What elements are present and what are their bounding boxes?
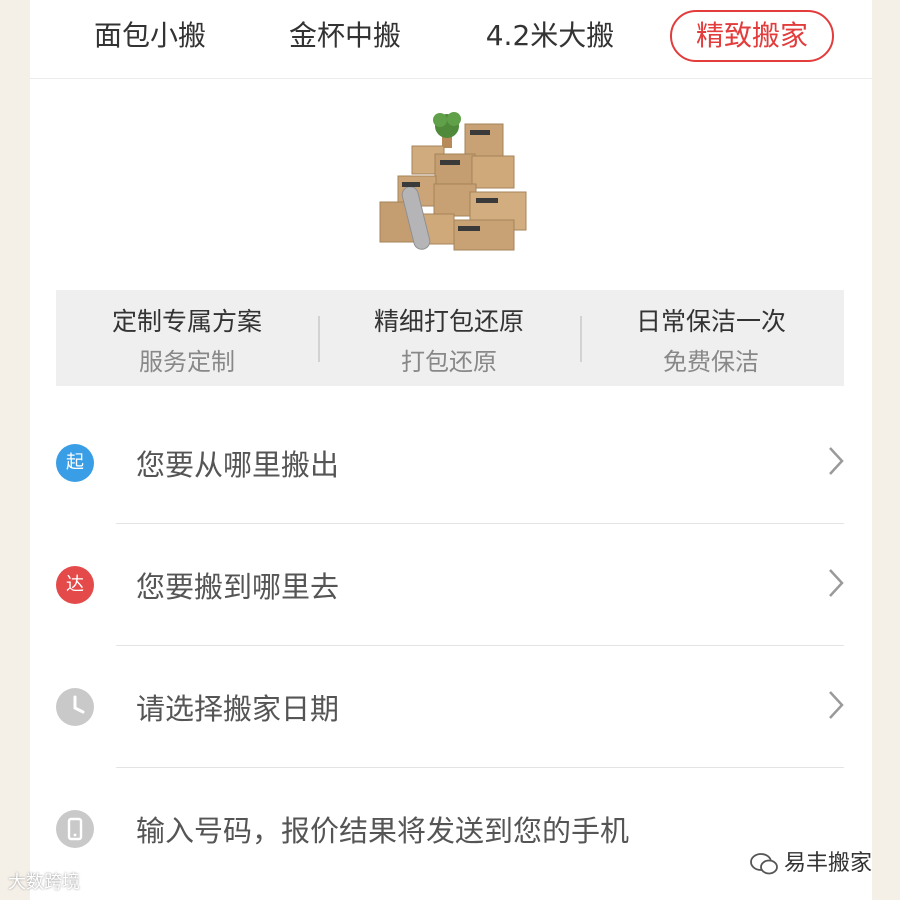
origin-address-field[interactable]: 起 您要从哪里搬出 bbox=[30, 402, 872, 524]
feature-subtitle: 打包还原 bbox=[401, 348, 497, 376]
watermark-brand-text: 易丰搬家 bbox=[783, 851, 872, 876]
wechat-icon bbox=[750, 853, 778, 875]
phone-icon bbox=[56, 810, 94, 848]
feature-subtitle: 免费保洁 bbox=[663, 348, 759, 376]
destination-address-field[interactable]: 达 您要搬到哪里去 bbox=[30, 524, 872, 646]
chevron-right-icon bbox=[829, 569, 844, 597]
feature-title: 定制专属方案 bbox=[111, 307, 262, 336]
watermark-brand: 易丰搬家 bbox=[750, 845, 872, 877]
clock-icon bbox=[56, 688, 94, 726]
origin-placeholder: 您要从哪里搬出 bbox=[136, 448, 340, 482]
chevron-right-icon bbox=[829, 691, 844, 719]
chevron-right-icon bbox=[829, 447, 844, 475]
feature-packing: 精细打包还原 打包还原 bbox=[318, 290, 580, 386]
destination-badge-icon: 达 bbox=[56, 566, 94, 604]
feature-custom-plan: 定制专属方案 服务定制 bbox=[56, 290, 318, 386]
tab-van-small[interactable]: 面包小搬 bbox=[85, 10, 215, 62]
phone-number-input[interactable]: 输入号码，报价结果将发送到您的手机 bbox=[30, 768, 872, 890]
moving-boxes-illustration bbox=[379, 112, 527, 251]
move-date-picker[interactable]: 请选择搬家日期 bbox=[30, 646, 872, 768]
tab-premium-move[interactable]: 精致搬家 bbox=[670, 10, 834, 62]
moving-order-card: 面包小搬 金杯中搬 4.2米大搬 精致搬家 定制专属方案 服务定制 精细打包还原… bbox=[30, 0, 872, 900]
origin-badge-icon: 起 bbox=[56, 444, 94, 482]
watermark-source: 大数跨境 bbox=[8, 868, 80, 894]
tab-van-medium[interactable]: 金杯中搬 bbox=[280, 10, 410, 62]
feature-title: 精细打包还原 bbox=[373, 307, 524, 336]
service-tabs: 面包小搬 金杯中搬 4.2米大搬 精致搬家 bbox=[30, 0, 872, 79]
tab-truck-large[interactable]: 4.2米大搬 bbox=[470, 10, 630, 62]
phone-placeholder: 输入号码，报价结果将发送到您的手机 bbox=[136, 814, 630, 848]
feature-title: 日常保洁一次 bbox=[635, 307, 786, 336]
destination-placeholder: 您要搬到哪里去 bbox=[136, 570, 340, 604]
feature-subtitle: 服务定制 bbox=[139, 348, 235, 376]
date-placeholder: 请选择搬家日期 bbox=[136, 692, 340, 726]
service-features: 定制专属方案 服务定制 精细打包还原 打包还原 日常保洁一次 免费保洁 bbox=[56, 290, 844, 386]
feature-cleaning: 日常保洁一次 免费保洁 bbox=[580, 290, 842, 386]
watermark-source-text: 大数跨境 bbox=[8, 872, 80, 893]
